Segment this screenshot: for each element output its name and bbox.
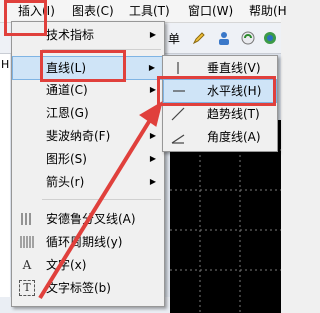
menu-item-label: 安德鲁分叉线(A) <box>46 212 136 226</box>
vertical-line-icon <box>177 62 179 74</box>
menu-item-cycle-lines[interactable]: 循环周期线(y) <box>12 231 164 253</box>
menu-item-label: 文字(x) <box>46 258 87 272</box>
menu-item-shapes[interactable]: 图形(S) ▶ <box>12 148 164 170</box>
submenu-arrow-icon: ▶ <box>149 154 156 163</box>
submenu-item-label: 趋势线(T) <box>207 107 260 121</box>
cycle-lines-icon <box>20 236 34 248</box>
left-pane: H <box>0 54 10 313</box>
menu-tools[interactable]: 工具(T) <box>129 0 170 22</box>
menu-help[interactable]: 帮助(H <box>249 0 287 22</box>
submenu-item-trendline[interactable]: 趋势线(T) <box>163 103 277 125</box>
menu-window[interactable]: 窗口(W) <box>188 0 233 22</box>
menu-item-text[interactable]: A 文字(x) <box>12 254 164 276</box>
menu-item-fibonacci[interactable]: 斐波纳奇(F) ▶ <box>12 125 164 147</box>
submenu-arrow-icon: ▶ <box>149 131 156 140</box>
menu-item-label: 技术指标 <box>46 28 95 42</box>
menu-item-andrews-pitchfork[interactable]: 安德鲁分叉线(A) <box>12 208 164 230</box>
submenu-item-angle-line[interactable]: 角度线(A) <box>163 126 277 148</box>
menu-separator <box>42 199 161 200</box>
pitchfork-icon <box>21 213 31 225</box>
person-icon[interactable] <box>216 30 232 46</box>
menu-item-label: 江恩(G) <box>46 106 89 120</box>
menu-item-label: 箭头(r) <box>46 175 85 189</box>
angle-line-icon <box>171 134 185 144</box>
submenu-arrow-icon: ▶ <box>149 108 156 117</box>
menu-item-label: 通道(C) <box>46 83 88 97</box>
submenu-arrow-icon: ▶ <box>149 30 156 39</box>
text-icon: A <box>22 258 32 272</box>
menu-item-text-label[interactable]: T 文字标签(b) <box>12 277 164 299</box>
annotation-box-insert <box>4 0 47 36</box>
submenu-arrow-icon: ▶ <box>148 63 155 72</box>
menu-item-gann[interactable]: 江恩(G) ▶ <box>12 102 164 124</box>
globe-icon[interactable] <box>262 30 278 46</box>
menu-item-arrows[interactable]: 箭头(r) ▶ <box>12 171 164 193</box>
text-label-icon: T <box>19 280 35 296</box>
left-pane-label: H <box>1 58 10 71</box>
menu-item-label: 斐波纳奇(F) <box>46 129 111 143</box>
submenu-arrow-icon: ▶ <box>149 177 156 186</box>
menu-item-channels[interactable]: 通道(C) ▶ <box>12 79 164 101</box>
toolbar-partial-label: 单 <box>168 32 181 46</box>
submenu-item-label: 角度线(A) <box>207 130 261 144</box>
submenu-arrow-icon: ▶ <box>149 85 156 94</box>
annotation-box-lines <box>40 50 126 82</box>
trendline-icon <box>171 107 185 121</box>
menu-item-label: 文字标签(b) <box>46 281 111 295</box>
pencil-icon[interactable] <box>191 30 207 46</box>
menu-item-label: 循环周期线(y) <box>46 235 123 249</box>
circle-icon[interactable] <box>240 30 256 46</box>
annotation-box-horizontal-line <box>157 76 276 106</box>
menu-chart[interactable]: 图表(C) <box>72 0 114 22</box>
menu-item-label: 图形(S) <box>46 152 87 166</box>
